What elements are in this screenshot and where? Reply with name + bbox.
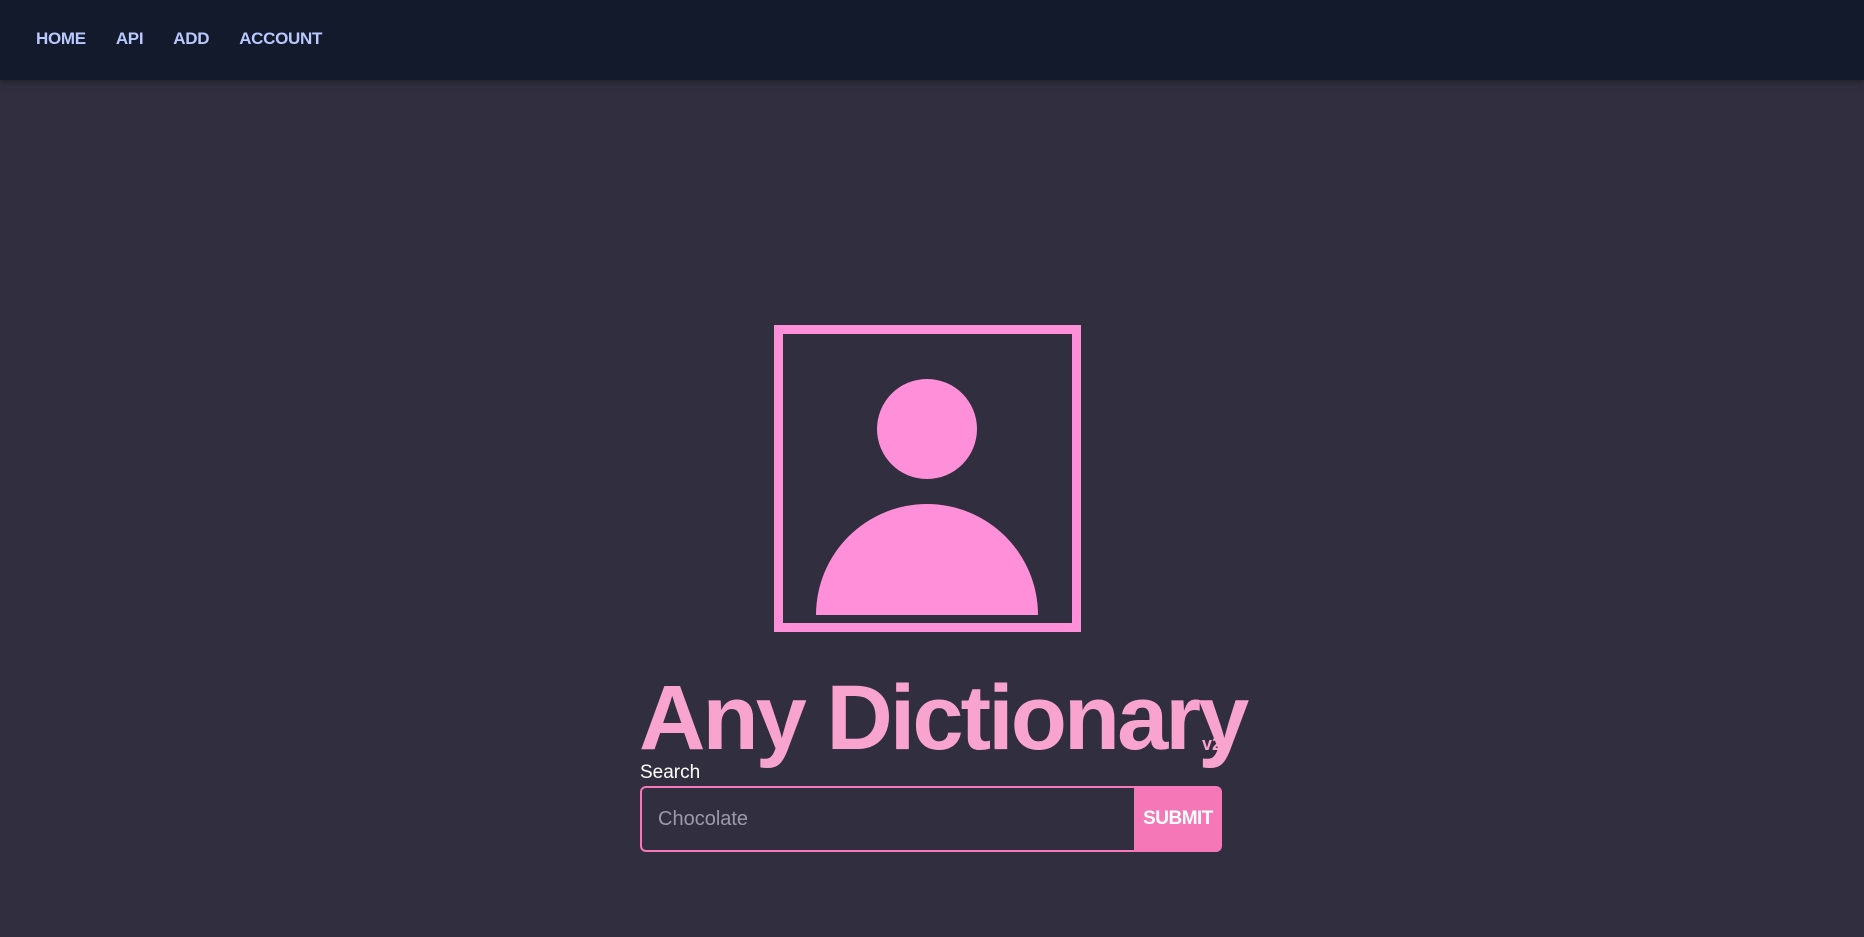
search-input[interactable] <box>640 786 1134 852</box>
search-form: SUBMIT <box>640 786 1222 852</box>
version-badge: v2 <box>1202 734 1223 754</box>
title-block: Any Dictionary v2 <box>639 668 1249 768</box>
user-placeholder-icon <box>774 325 1081 632</box>
search-label: Search <box>640 762 701 783</box>
icon-head <box>877 379 977 479</box>
app-title: Any Dictionary <box>639 667 1249 769</box>
top-navbar: HOME API ADD ACCOUNT <box>0 0 1864 80</box>
nav-links: HOME API ADD ACCOUNT <box>36 0 322 78</box>
nav-link-account[interactable]: ACCOUNT <box>239 29 322 49</box>
submit-button[interactable]: SUBMIT <box>1134 786 1222 852</box>
nav-link-home[interactable]: HOME <box>36 29 86 49</box>
nav-link-add[interactable]: ADD <box>173 29 209 49</box>
icon-body <box>816 504 1038 615</box>
nav-link-api[interactable]: API <box>116 29 144 49</box>
